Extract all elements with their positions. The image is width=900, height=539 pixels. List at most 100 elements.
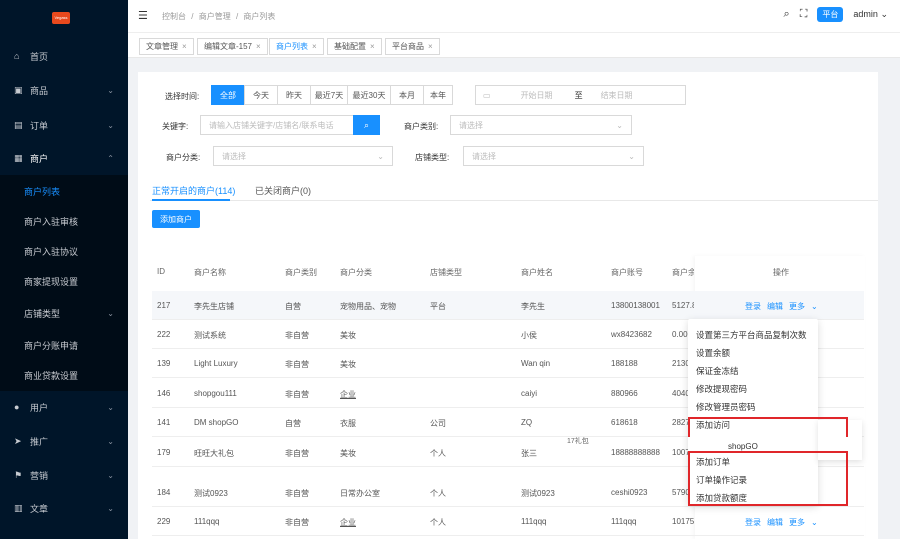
sidebar-item-goods[interactable]: ▣ 商品 ⌄ [0,80,128,100]
tab-platform-goods[interactable]: 平台商品 × [385,38,440,55]
cell-shop-type: 平台 [430,302,446,311]
fullscreen-icon[interactable]: ⛶ [800,8,808,21]
time-option-7days[interactable]: 最近7天 [310,85,348,105]
sidebar-item-articles[interactable]: ▥ 文章 ⌄ [0,498,128,518]
tab-basic-config[interactable]: 基础配置 × [327,38,382,55]
chevron-down-icon: ⌄ [616,120,623,130]
edit-link[interactable]: 编辑 [767,518,783,527]
keyword-search-input[interactable]: 请输入店铺关键字/店铺名/联系电话 [200,115,354,135]
breadcrumb-item[interactable]: 控制台 [162,12,186,21]
sidebar-item-merchant[interactable]: ▦ 商户 ⌃ [0,148,128,168]
dd-item-withdraw-password[interactable]: 修改提现密码 [696,383,747,395]
subtab-divider [150,200,878,201]
breadcrumb: 控制台 / 商户管理 / 商户列表 [162,11,278,22]
edit-link[interactable]: 编辑 [767,302,783,311]
search-icon[interactable]: ⌕ [784,8,790,21]
time-option-month[interactable]: 本月 [390,85,424,105]
submenu-loan-settings[interactable]: 商业贷款设置 [0,365,128,385]
user-menu[interactable]: admin ⌄ [853,9,888,20]
time-option-30days[interactable]: 最近30天 [347,85,391,105]
cell-id: 146 [157,389,171,398]
sidebar-item-orders[interactable]: ▤ 订单 ⌄ [0,115,128,135]
date-range-picker[interactable]: ▭ 开始日期 至 结束日期 [475,85,686,105]
cell-type: 非自营 [285,390,309,399]
search-button[interactable]: ⌕ [353,115,380,135]
time-option-year[interactable]: 本年 [423,85,453,105]
subtab-closed-merchants[interactable]: 已关闭商户(0) [255,184,311,197]
submenu-merchant-agreement[interactable]: 商户入驻协议 [0,241,128,261]
shop-type-label: 店铺类型: [415,153,450,162]
sidebar-item-marketing[interactable]: ⚑ 营销 ⌄ [0,465,128,485]
login-link[interactable]: 登录 [745,518,761,527]
cell-id: 179 [157,448,171,457]
close-icon[interactable]: × [256,42,261,51]
time-option-all[interactable]: 全部 [211,85,245,105]
breadcrumb-item: 商户列表 [243,12,276,21]
tab-label: 文章管理 [146,42,178,51]
chevron-down-icon: ⌄ [107,436,114,446]
sidebar-item-users[interactable]: ● 用户 ⌄ [0,397,128,417]
submenu-merchant-list[interactable]: 商户列表 [0,181,128,201]
cell-name: 李先生店铺 [194,302,234,311]
close-icon[interactable]: × [428,42,433,51]
start-date-input[interactable]: 开始日期 [521,90,567,101]
tab-edit-article[interactable]: 编辑文章-157 × [197,38,268,55]
dd-item-set-balance[interactable]: 设置余额 [696,347,730,359]
submenu-split-apply[interactable]: 商户分账申请 [0,335,128,355]
menu-toggle-icon[interactable]: ☰ [138,9,148,22]
cell-account: 18888888888 [611,448,660,457]
time-option-today[interactable]: 今天 [244,85,278,105]
cell-person: 李先生 [521,302,545,311]
platform-badge[interactable]: 平台 [817,7,844,22]
cell-account: wx8423682 [611,330,652,339]
cell-category: 美妆 [340,360,356,369]
more-link[interactable]: 更多 [789,302,805,311]
more-link[interactable]: 更多 [789,518,805,527]
cell-account: 111qqq [611,517,637,526]
sidebar-item-home[interactable]: ⌂ 首页 [0,46,128,66]
cell-category: 美妆 [340,331,356,340]
marketing-icon: ⚑ [14,469,23,480]
submenu-withdraw-settings[interactable]: 商家提现设置 [0,271,128,291]
merchant-category-label: 商户分类: [166,153,201,162]
add-merchant-button[interactable]: 添加商户 [152,210,200,228]
dd-item-admin-password[interactable]: 修改管理员密码 [696,401,756,413]
stray-cell-text: 17礼包 [567,438,589,445]
sidebar-item-promo[interactable]: ➤ 推广 ⌄ [0,431,128,451]
cell-category: 日常办公室 [340,489,380,498]
search-icon: ⌕ [363,119,370,130]
highlight-box-bottom [688,451,848,506]
dd-item-freeze-deposit[interactable]: 保证金冻结 [696,365,739,377]
chevron-down-icon: ⌄ [107,503,114,513]
tab-label: 编辑文章-157 [204,42,253,51]
close-icon[interactable]: × [182,42,187,51]
tab-merchant-list[interactable]: 商户列表 × [269,38,324,55]
cell-name: Light Luxury [194,359,238,368]
merchant-category-select[interactable]: 请选择 ⌄ [213,146,393,166]
close-icon[interactable]: × [370,42,375,51]
breadcrumb-sep: / [235,12,239,21]
time-option-yesterday[interactable]: 昨天 [277,85,311,105]
cell-category: 宠物用品、宠物 [340,302,396,311]
chevron-down-icon: ⌄ [107,470,114,480]
tab-label: 商户列表 [276,42,308,51]
shop-type-select[interactable]: 请选择 ⌄ [463,146,644,166]
dd-item-copy-count[interactable]: 设置第三方平台商品复制次数 [696,329,807,341]
login-link[interactable]: 登录 [745,302,761,311]
subtab-open-merchants[interactable]: 正常开启的商户(114) [152,184,235,197]
col-header-balance: 商户余额 [672,268,694,277]
merchant-icon: ▦ [14,152,23,163]
cell-type: 非自营 [285,331,309,340]
cell-id: 139 [157,359,171,368]
submenu-merchant-review[interactable]: 商户入驻审核 [0,211,128,231]
cell-shop-type: 个人 [430,518,446,527]
breadcrumb-item[interactable]: 商户管理 [199,12,231,21]
end-date-input[interactable]: 结束日期 [601,90,633,101]
merchant-type-select[interactable]: 请选择 ⌄ [450,115,632,135]
cell-type: 非自营 [285,518,309,527]
cell-person: 小侯 [521,331,537,340]
tab-article-manage[interactable]: 文章管理 × [139,38,194,55]
close-icon[interactable]: × [312,42,317,51]
chevron-down-icon: ⌄ [107,85,114,95]
submenu-shop-type[interactable]: 店铺类型 ⌄ [0,303,128,323]
